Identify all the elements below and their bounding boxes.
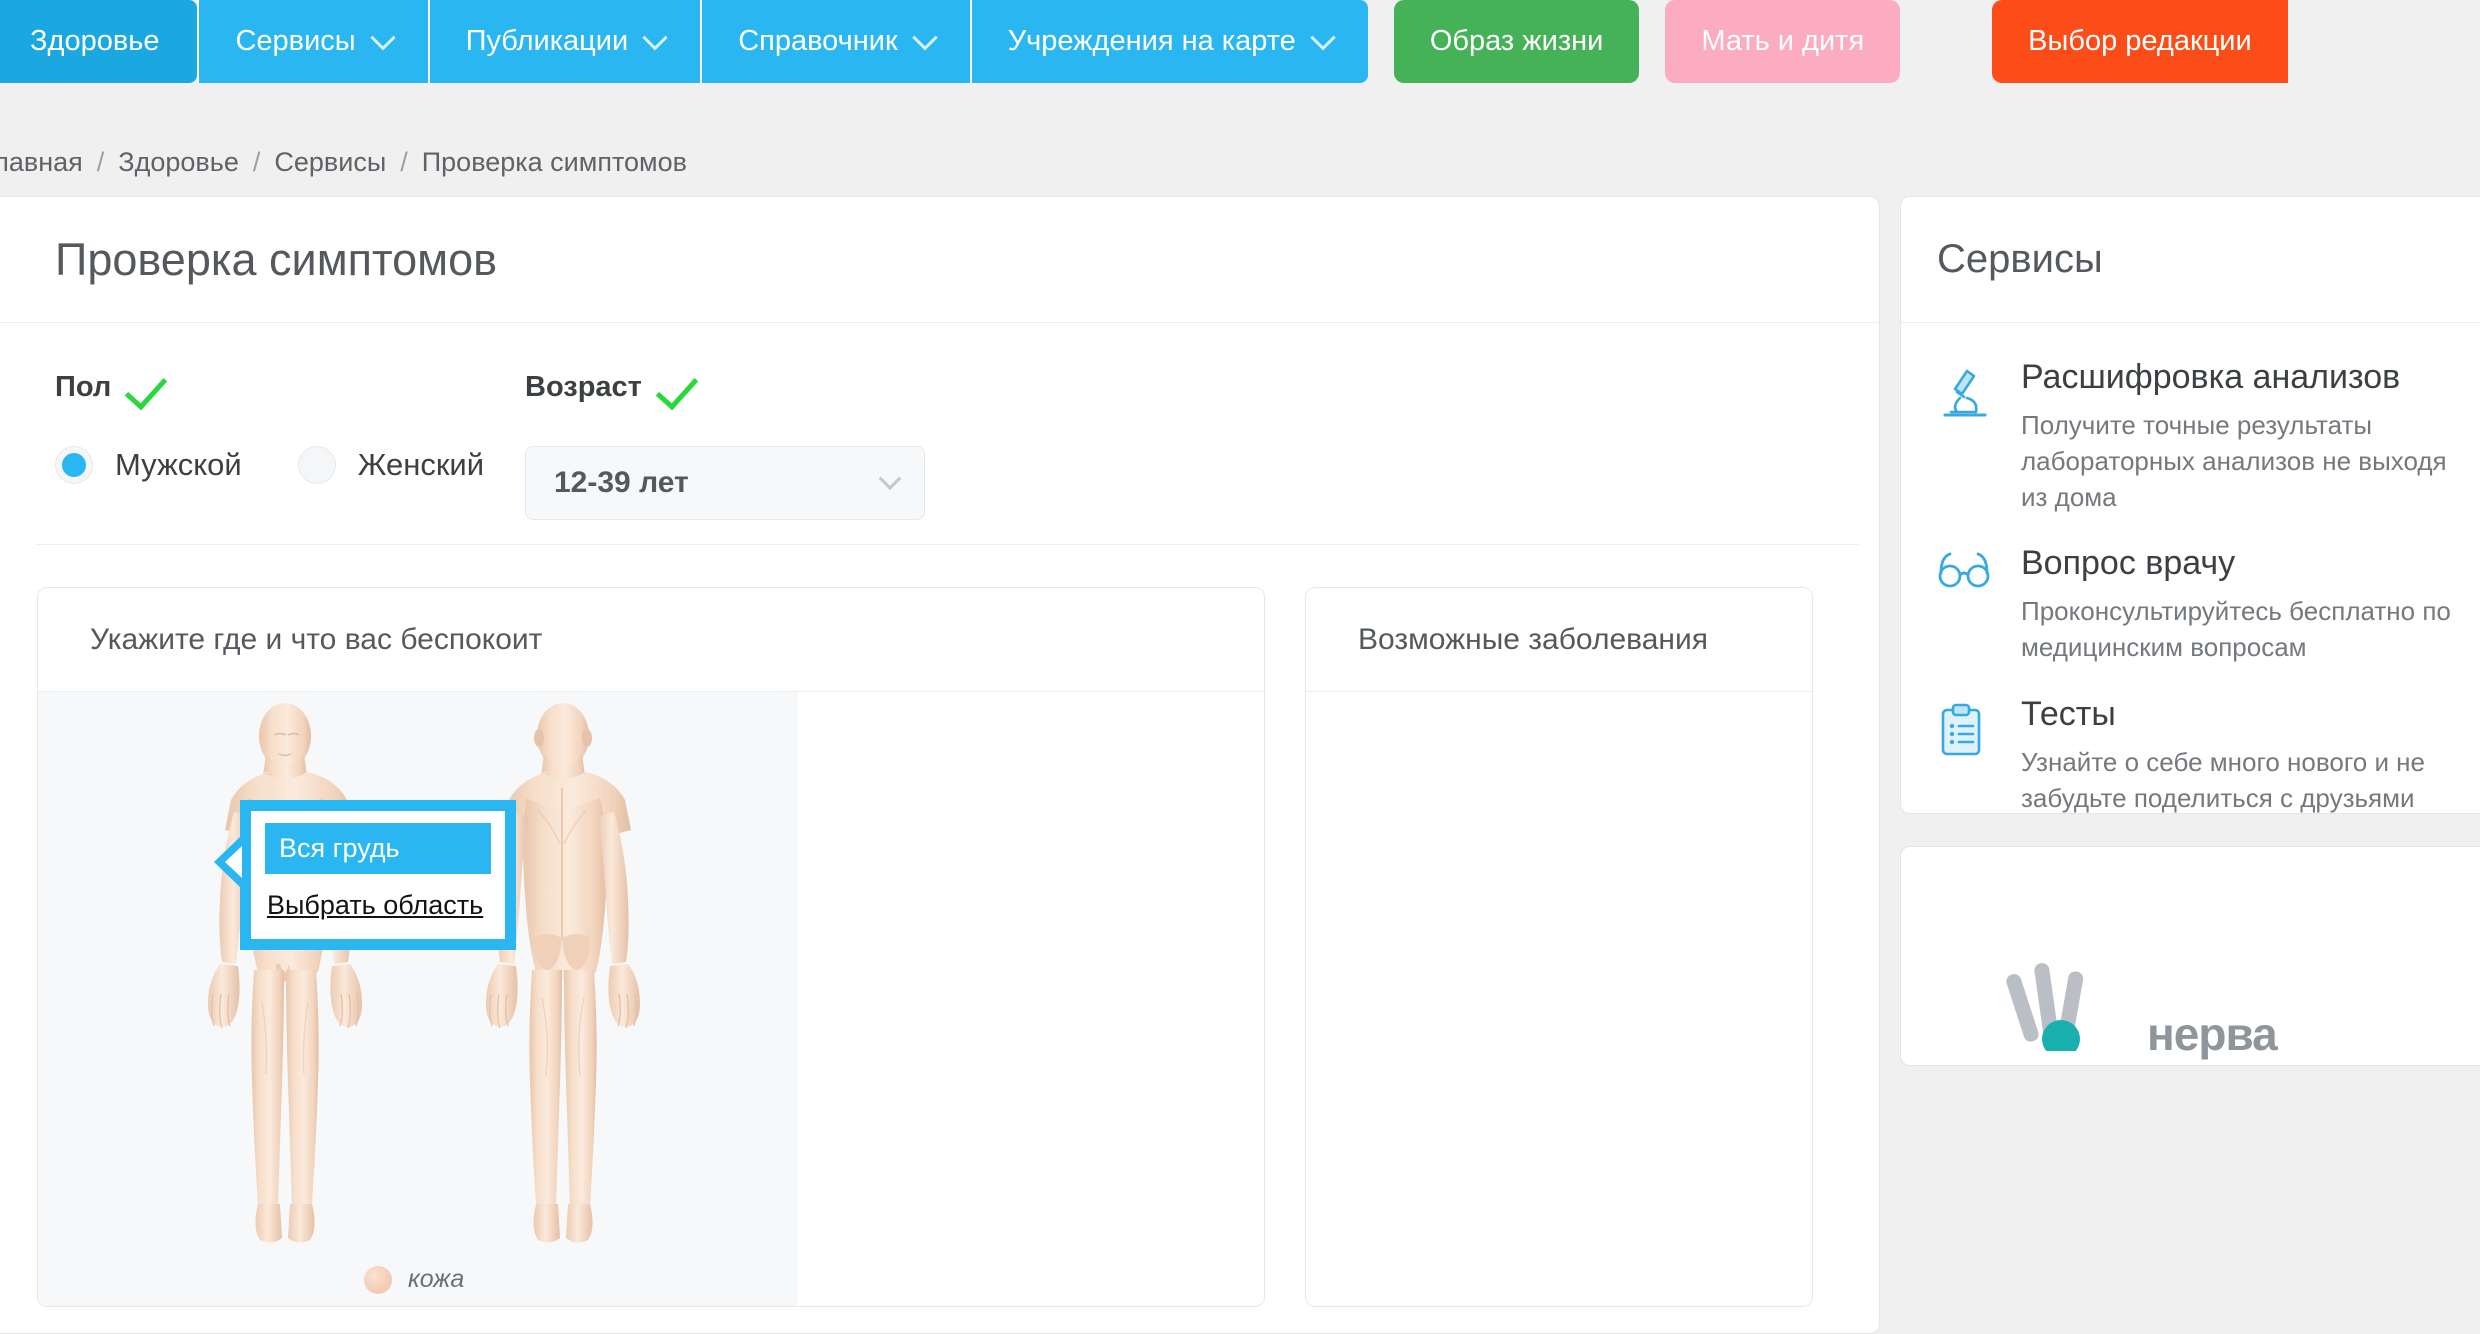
gender-radio-group: Мужской Женский: [55, 446, 525, 484]
skin-swatch-icon: [364, 1265, 392, 1294]
gender-option-label: Женский: [357, 447, 485, 482]
chevron-down-icon: [1310, 24, 1336, 50]
nav-pill-editors-choice[interactable]: Выбор редакции: [1992, 0, 2288, 83]
breadcrumb-item-current: Проверка симптомов: [421, 146, 687, 177]
right-sidebar: Сервисы Расшифровка анализов Получите то…: [1900, 196, 2480, 1066]
body-diagram-canvas[interactable]: Вся грудь Выбрать область кожа: [38, 692, 798, 1306]
chevron-down-icon: [369, 24, 396, 50]
promo-card[interactable]: нерва: [1900, 846, 2480, 1066]
age-label-row: Возраст: [525, 371, 925, 404]
back-body-figure[interactable]: [458, 702, 668, 1262]
gender-option-male[interactable]: Мужской: [55, 446, 242, 484]
radio-button-female[interactable]: [297, 446, 336, 484]
age-select[interactable]: 12-39 лет: [525, 446, 925, 520]
body-area-tooltip: Вся грудь Выбрать область: [214, 800, 516, 950]
promo-logo: нерва: [2005, 955, 2278, 1060]
chevron-down-icon: [878, 467, 902, 491]
legend-label-skin: кожа: [408, 1265, 465, 1293]
breadcrumb-separator: /: [400, 146, 408, 177]
panels-row: Укажите где и что вас беспокоит Вся груд…: [0, 545, 1879, 1307]
promo-word: нерва: [2147, 1007, 2278, 1060]
age-select-value: 12-39 лет: [554, 466, 689, 499]
breadcrumb-item-home[interactable]: Главная: [0, 147, 83, 178]
service-title: Вопрос врачу: [2021, 544, 2236, 583]
service-text: Расшифровка анализов Получите точные рез…: [2021, 357, 2465, 515]
body-panel-body: Вся грудь Выбрать область кожа: [38, 692, 1264, 1306]
tooltip-arrow-icon: [214, 836, 242, 888]
service-desc: Получите точные результаты лабораторных …: [2021, 409, 2447, 512]
nav-pill-mother-and-child[interactable]: Мать и дитя: [1665, 0, 1901, 83]
top-navigation-bar: Здоровье Сервисы Публикации Справочник У…: [0, 0, 2480, 128]
gender-label: Пол: [55, 371, 112, 403]
body-legend: кожа: [364, 1265, 464, 1294]
services-list: Расшифровка анализов Получите точные рез…: [1901, 323, 2480, 817]
service-desc: Проконсультируйтесь бесплатно по медицин…: [2021, 596, 2451, 663]
service-item-tests[interactable]: Тесты Узнайте о себе много нового и не з…: [1937, 694, 2465, 817]
nav-item-label: Публикации: [465, 25, 629, 57]
breadcrumb-item-health[interactable]: Здоровье: [118, 147, 239, 178]
fan-logo-icon: [2006, 963, 2084, 1051]
page-title: Проверка симптомов: [55, 233, 498, 285]
nav-item-reference[interactable]: Справочник: [702, 0, 970, 83]
symptom-checker-card: Проверка симптомов Пол Мужской Женский В…: [0, 196, 1880, 1334]
front-body-figure[interactable]: [180, 702, 390, 1262]
checkmark-icon: [664, 373, 706, 403]
body-selection-panel: Укажите где и что вас беспокоит Вся груд…: [37, 587, 1265, 1307]
service-title: Тесты: [2021, 694, 2116, 733]
disease-panel-body: [1306, 692, 1812, 1306]
nav-item-label: Учреждения на карте: [1007, 25, 1296, 57]
services-card: Сервисы Расшифровка анализов Получите то…: [1900, 196, 2480, 814]
service-text: Вопрос врачу Проконсультируйтесь бесплат…: [2021, 543, 2465, 666]
gender-label-row: Пол: [55, 371, 525, 404]
nav-item-label: Справочник: [738, 25, 898, 57]
nav-pill-label: Выбор редакции: [2028, 25, 2252, 57]
gender-field: Пол Мужской Женский: [55, 371, 525, 484]
nav-pill-label: Образ жизни: [1429, 25, 1604, 57]
nav-item-services[interactable]: Сервисы: [199, 0, 428, 83]
nav-item-health[interactable]: Здоровье: [0, 0, 198, 83]
nav-tab-group: Здоровье Сервисы Публикации Справочник У…: [0, 0, 1368, 83]
service-desc: Узнайте о себе много нового и не забудьт…: [2021, 746, 2426, 813]
glasses-icon: [1937, 543, 1995, 666]
nav-item-label: Сервисы: [235, 25, 356, 57]
service-text: Тесты Узнайте о себе много нового и не з…: [2021, 694, 2465, 817]
nav-item-facilities-on-map[interactable]: Учреждения на карте: [971, 0, 1368, 83]
gender-option-female[interactable]: Женский: [297, 446, 485, 484]
breadcrumb-item-services[interactable]: Сервисы: [274, 147, 386, 178]
breadcrumb: Главная / Здоровье / Сервисы / Проверка …: [0, 128, 2480, 196]
service-title: Расшифровка анализов: [2021, 358, 2401, 396]
body-panel-title: Укажите где и что вас беспокоит: [38, 588, 1264, 692]
service-item-lab-results[interactable]: Расшифровка анализов Получите точные рез…: [1937, 357, 2465, 515]
disease-panel-title: Возможные заболевания: [1306, 588, 1812, 692]
nav-item-publications[interactable]: Публикации: [429, 0, 701, 83]
age-field: Возраст 12-39 лет: [525, 371, 925, 520]
breadcrumb-separator: /: [252, 146, 261, 177]
tooltip-option-whole-chest[interactable]: Вся грудь: [265, 823, 491, 874]
breadcrumb-separator: /: [96, 146, 105, 177]
service-item-ask-doctor[interactable]: Вопрос врачу Проконсультируйтесь бесплат…: [1937, 543, 2465, 666]
checkmark-icon: [133, 373, 175, 403]
gender-option-label: Мужской: [115, 447, 242, 482]
possible-diseases-panel: Возможные заболевания: [1305, 587, 1813, 1307]
chevron-down-icon: [642, 24, 668, 50]
sidebar-title: Сервисы: [1901, 197, 2480, 323]
card-header: Проверка симптомов: [0, 197, 1879, 323]
radio-button-male[interactable]: [55, 446, 93, 484]
patient-params-form: Пол Мужской Женский Возраст 12-39 лет: [35, 323, 1859, 545]
nav-pill-lifestyle[interactable]: Образ жизни: [1393, 0, 1640, 83]
tooltip-content: Вся грудь Выбрать область: [251, 811, 505, 939]
nav-pill-label: Мать и дитя: [1701, 25, 1865, 57]
chevron-down-icon: [911, 24, 938, 50]
nav-item-label: Здоровье: [30, 25, 160, 57]
age-label: Возраст: [525, 371, 642, 403]
tooltip-link-select-area[interactable]: Выбрать область: [265, 890, 491, 921]
clipboard-icon: [1937, 694, 1995, 817]
microscope-icon: [1937, 357, 1995, 515]
page-content: Проверка симптомов Пол Мужской Женский В…: [0, 196, 2480, 1334]
